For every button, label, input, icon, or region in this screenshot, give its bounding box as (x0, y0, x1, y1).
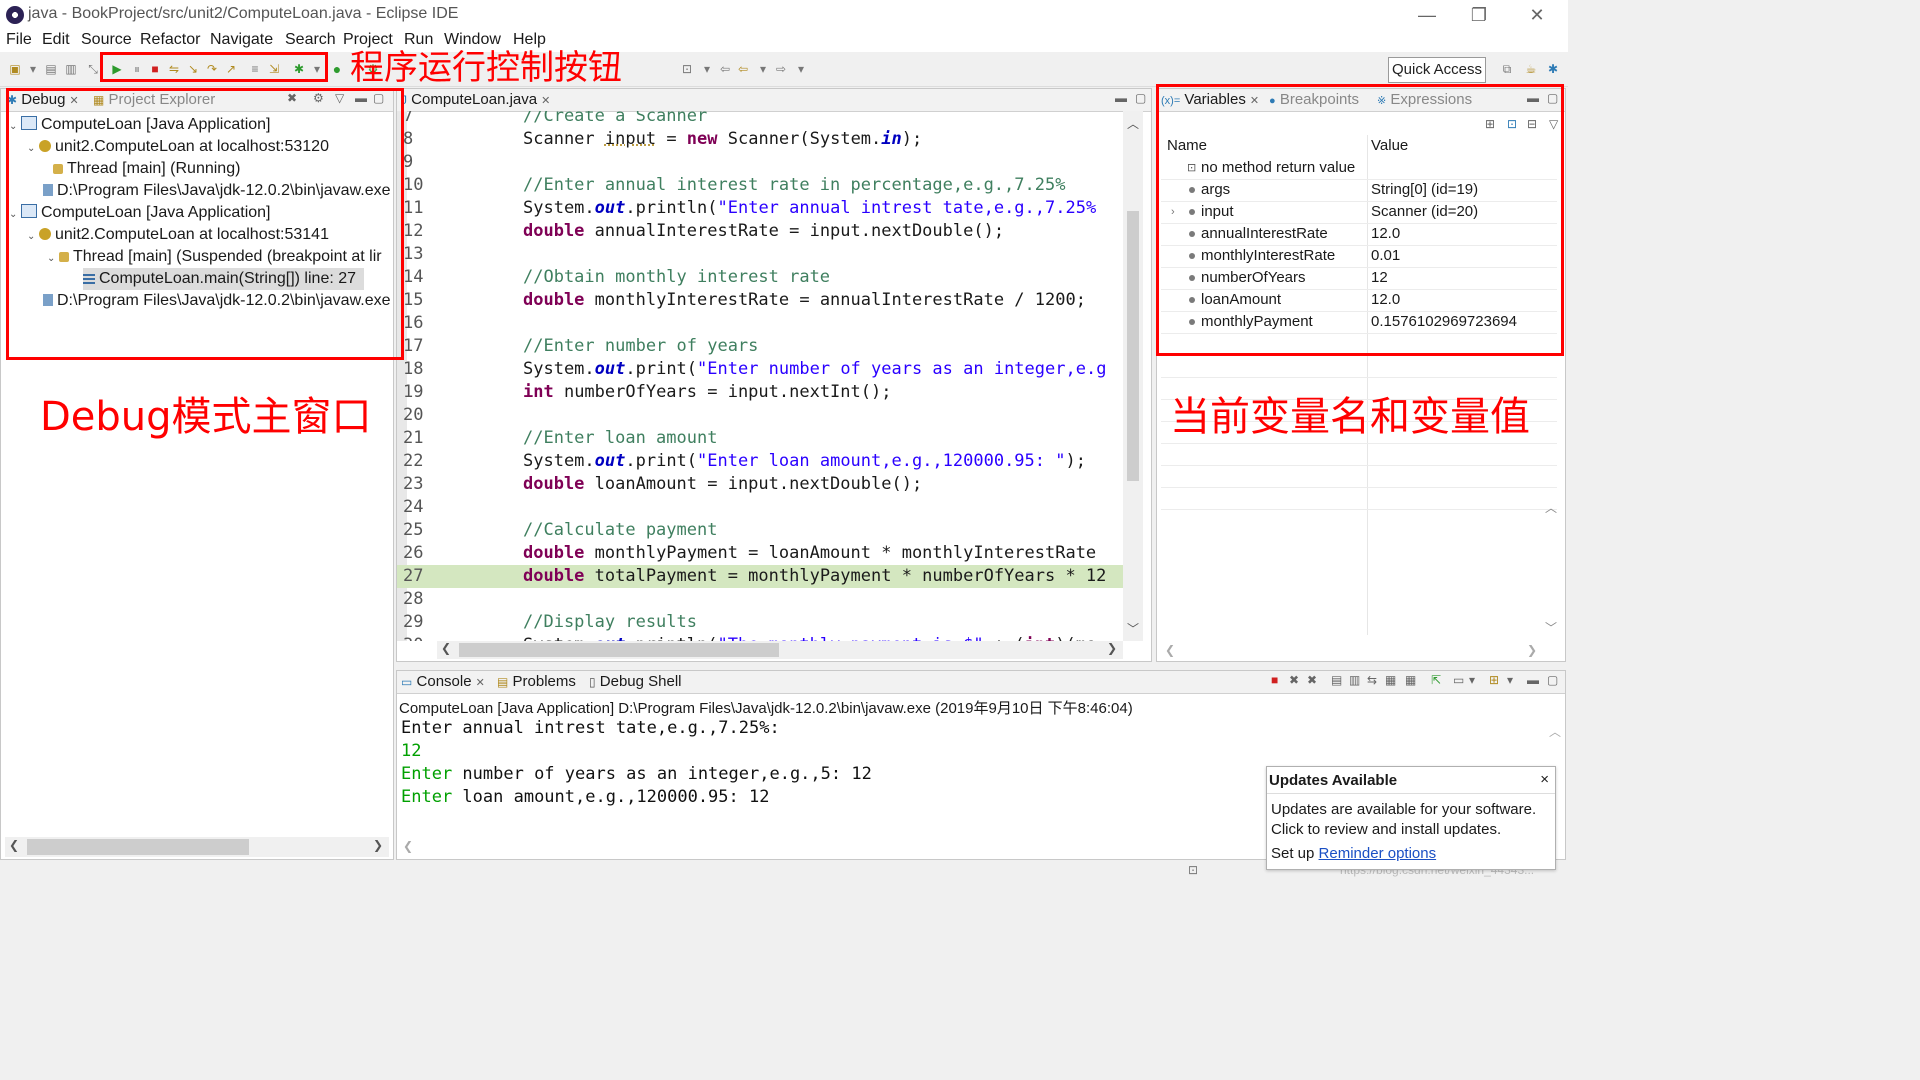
show-on-output-icon[interactable]: ▦ (1385, 673, 1396, 687)
window-title: java - BookProject/src/unit2/ComputeLoan… (28, 5, 459, 22)
scroll-up-icon[interactable]: ︿ (1549, 723, 1561, 740)
console-icon: ▭ (401, 675, 413, 689)
save-icon[interactable]: ▤ (44, 62, 58, 76)
console-tabbar: ▭ Console ✕ ▤ Problems ▯ Debug Shell ■ ✖ … (397, 671, 1565, 694)
popup-title: Updates Available (1269, 772, 1398, 789)
run-icon[interactable]: ● (330, 62, 344, 76)
scroll-thumb[interactable] (27, 839, 249, 855)
updates-popup[interactable]: Updates Available × Updates are availabl… (1266, 766, 1556, 870)
chevron-down-icon[interactable]: ▾ (756, 62, 770, 76)
title-bar: java - BookProject/src/unit2/ComputeLoan… (0, 0, 1568, 30)
update-icon[interactable]: ⊡ (1188, 863, 1198, 877)
popup-close-button[interactable]: × (1540, 771, 1549, 788)
chevron-down-icon[interactable]: ▾ (700, 62, 714, 76)
minimize-view-icon[interactable]: ▬ (1527, 673, 1539, 687)
menu-edit[interactable]: Edit (42, 31, 70, 49)
clear-console-icon[interactable]: ▤ (1331, 673, 1342, 687)
last-edit-icon[interactable]: ⇦ (718, 62, 732, 76)
open-perspective-icon[interactable]: ⧉ (1500, 62, 1514, 76)
annotation-box-controls (100, 52, 328, 82)
editor-tabbar: J ComputeLoan.java ✕ ▬ ▢ (397, 89, 1151, 112)
editor-vscrollbar[interactable]: ︿ ﹀ (1123, 111, 1143, 641)
chevron-down-icon[interactable]: ▾ (1469, 673, 1475, 687)
chevron-down-icon[interactable]: ▾ (26, 62, 40, 76)
pin-console-icon[interactable]: ⇱ (1431, 673, 1441, 687)
menu-file[interactable]: File (6, 31, 32, 49)
close-icon[interactable]: ✕ (476, 677, 485, 689)
minimize-button[interactable]: — (1404, 2, 1450, 28)
minimize-view-icon[interactable]: ▬ (1115, 91, 1127, 105)
scroll-up-icon[interactable]: ︿ (1545, 499, 1557, 516)
maximize-view-icon[interactable]: ▢ (1135, 91, 1146, 105)
problems-icon: ▤ (497, 675, 509, 689)
new-icon[interactable]: ▣ (8, 62, 22, 76)
java-perspective-icon[interactable]: ☕ (1524, 62, 1538, 76)
terminate-icon[interactable]: ■ (1271, 673, 1278, 687)
code-area[interactable]: 7//Create a Scanner 8 Scanner input = new… (397, 111, 1123, 641)
close-button[interactable]: ✕ (1514, 2, 1560, 28)
chevron-down-icon[interactable]: ▾ (1507, 673, 1513, 687)
save-all-icon[interactable]: ▥ (64, 62, 78, 76)
remove-all-terminated-icon[interactable]: ✖ (1307, 673, 1317, 687)
debug-hscrollbar[interactable]: ❮ ❯ (5, 837, 389, 857)
open-console-icon[interactable]: ⊞ (1489, 673, 1499, 687)
console-line: 12 (401, 741, 422, 761)
scroll-left-icon[interactable]: ❮ (403, 839, 413, 853)
scroll-thumb[interactable] (1127, 211, 1139, 481)
menu-source[interactable]: Source (81, 31, 132, 49)
scroll-left-icon[interactable]: ❮ (1165, 643, 1175, 657)
quick-access-input[interactable]: Quick Access (1388, 57, 1486, 83)
forward-icon[interactable]: ⇨ (774, 62, 788, 76)
current-instruction-line: 27 double totalPayment = monthlyPayment *… (397, 565, 1123, 588)
popup-setup-row: Set up Reminder options (1271, 845, 1437, 862)
tab-problems[interactable]: ▤ Problems (497, 673, 576, 690)
debug-perspective-icon[interactable]: ✱ (1546, 62, 1560, 76)
annotation-controls-label: 程序运行控制按钮 (350, 48, 622, 88)
reminder-options-link[interactable]: Reminder options (1319, 845, 1437, 862)
word-wrap-icon[interactable]: ⇆ (1367, 673, 1377, 687)
tab-debug-shell[interactable]: ▯ Debug Shell (589, 673, 682, 690)
console-line: Enter annual intrest tate,e.g.,7.25%: (401, 718, 780, 738)
menu-navigate[interactable]: Navigate (210, 31, 273, 49)
scroll-right-icon[interactable]: ❯ (1527, 643, 1537, 657)
tab-computeloan-java[interactable]: J ComputeLoan.java ✕ (401, 91, 550, 108)
close-icon[interactable]: ✕ (541, 95, 550, 107)
editor-view: J ComputeLoan.java ✕ ▬ ▢ 7//Create a Scan… (396, 88, 1152, 662)
console-line: Enter loan amount,e.g.,120000.95: 12 (401, 787, 770, 807)
chevron-down-icon[interactable]: ▾ (794, 62, 808, 76)
editor-hscrollbar[interactable]: ❮ ❯ (437, 641, 1123, 659)
maximize-view-icon[interactable]: ▢ (1547, 673, 1558, 687)
debug-shell-icon: ▯ (589, 675, 596, 689)
remove-launch-icon[interactable]: ✖ (1289, 673, 1299, 687)
scroll-down-icon[interactable]: ﹀ (1545, 619, 1557, 636)
annotation-nav-icon[interactable]: ⊡ (680, 62, 694, 76)
popup-message-1[interactable]: Updates are available for your software. (1271, 801, 1536, 818)
console-process-label: ComputeLoan [Java Application] D:\Progra… (399, 700, 1133, 717)
scroll-thumb[interactable] (459, 643, 779, 657)
tab-console[interactable]: ▭ Console ✕ (401, 673, 485, 690)
menu-bar: File Edit Source Refactor Navigate Searc… (0, 30, 1568, 52)
popup-message-2[interactable]: Click to review and install updates. (1271, 821, 1501, 838)
annotation-variables-label: 当前变量名和变量值 (1170, 394, 1530, 440)
scroll-lock-icon[interactable]: ▥ (1349, 673, 1360, 687)
console-line: Enter number of years as an integer,e.g.… (401, 764, 872, 784)
annotation-box-variables (1156, 84, 1564, 356)
back-icon[interactable]: ⇦ (736, 62, 750, 76)
menu-refactor[interactable]: Refactor (140, 31, 200, 49)
annotation-debug-label: Debug模式主窗口 (40, 394, 372, 440)
annotation-box-debug (6, 88, 404, 360)
skip-breakpoints-icon[interactable]: ⤡ (86, 62, 100, 76)
show-on-error-icon[interactable]: ▦ (1405, 673, 1416, 687)
restore-button[interactable]: ❐ (1456, 2, 1502, 28)
eclipse-logo-icon (6, 6, 24, 24)
menu-search[interactable]: Search (285, 31, 336, 49)
display-console-icon[interactable]: ▭ (1453, 673, 1464, 687)
